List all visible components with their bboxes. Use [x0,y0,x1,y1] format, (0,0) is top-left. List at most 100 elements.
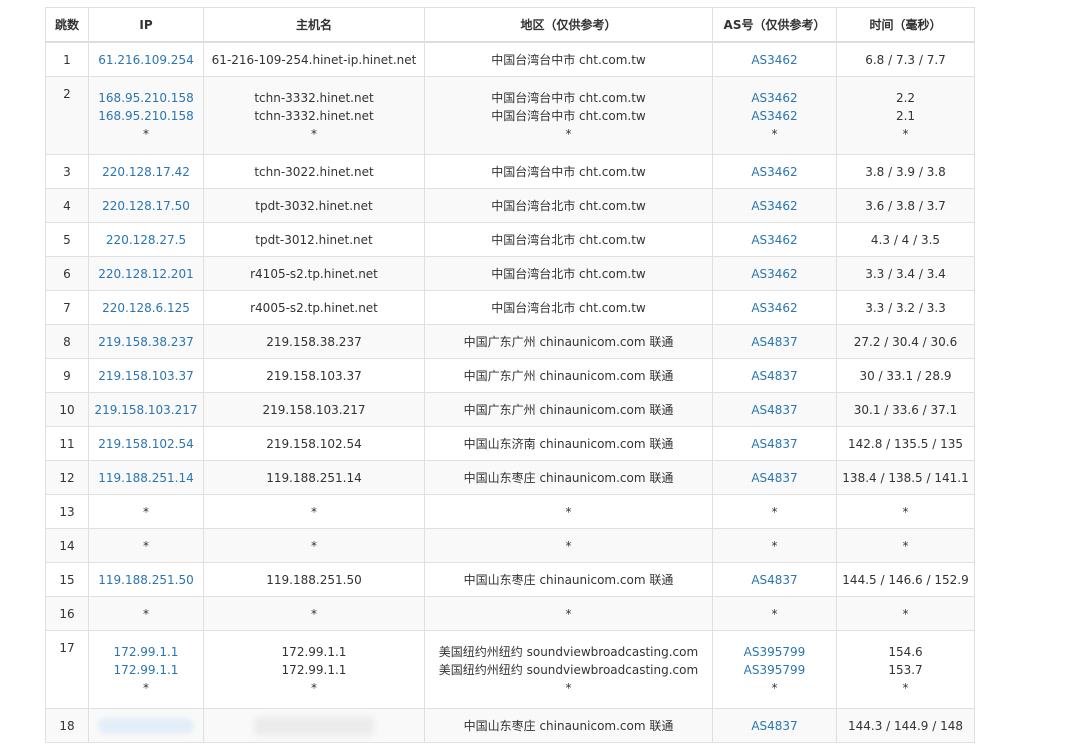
header-host: 主机名 [203,7,425,43]
region-value: * [565,538,572,553]
host-cell: 61-216-109-254.hinet-ip.hinet.net [203,41,425,77]
region-value: 中国台湾台北市 cht.com.tw [491,232,646,247]
region-cell: 中国台湾台北市 cht.com.tw [424,222,713,257]
ip-value-link[interactable]: 119.188.251.50 [91,571,201,589]
ip-value-link[interactable]: 219.158.103.217 [91,401,201,419]
table-row: 10 219.158.103.217 219.158.103.217 中国广东广州 c… [45,392,975,427]
region-value: 中国台湾台北市 cht.com.tw [491,266,646,281]
as-value-link[interactable]: AS395799 [715,661,834,679]
region-cell: 中国广东广州 chinaunicom.com 联通 [424,392,713,427]
ip-value-link[interactable]: 61.216.109.254 [91,51,201,69]
host-cell: 219.158.38.237 [203,324,425,359]
hop-cell: 18 [45,708,89,743]
as-value-link[interactable]: AS4837 [715,401,834,419]
as-cell: * [712,528,837,563]
ip-value-link[interactable]: 220.128.27.5 [91,231,201,249]
host-value: 219.158.103.37 [266,368,362,383]
host-cell: * [203,596,425,631]
region-value: 中国广东广州 chinaunicom.com 联通 [463,368,674,383]
host-cell: tpdt-3012.hinet.net [203,222,425,257]
hop-cell: 1 [45,41,89,77]
region-cell: 中国广东广州 chinaunicom.com 联通 [424,324,713,359]
ip-value-link[interactable]: 172.99.1.1 [91,643,201,661]
host-cell: r4005-s2.tp.hinet.net [203,290,425,325]
as-value-link[interactable]: AS3462 [715,89,834,107]
as-value-link[interactable]: AS4837 [715,333,834,351]
ip-value-link[interactable]: 220.128.6.125 [91,299,201,317]
ip-cell: 220.128.17.42 [88,154,204,189]
table-row: 18 中国山东枣庄 chinaunicom.com 联通 AS4837 144.3 /… [45,708,975,743]
as-cell: AS4837 [712,460,837,495]
time-value: 144.5 / 146.6 / 152.9 [842,572,969,587]
as-value-link[interactable]: AS4837 [715,435,834,453]
ip-value-link[interactable]: 220.128.12.201 [91,265,201,283]
as-value-link[interactable]: AS4837 [715,367,834,385]
hop-cell: 14 [45,528,89,563]
as-value-link[interactable]: AS3462 [715,51,834,69]
ip-cell: 119.188.251.14 [88,460,204,495]
table-row: 2 168.95.210.158 168.95.210.158 * tchn-3332.… [45,76,975,155]
header-as: AS号（仅供参考） [712,7,837,43]
host-value: tchn-3332.hinet.net [254,90,374,105]
time-cell: * [836,494,975,529]
hop-cell: 13 [45,494,89,529]
host-cell: 172.99.1.1 172.99.1.1 * [203,630,425,709]
region-value: 中国台湾台北市 cht.com.tw [491,300,646,315]
as-value-link[interactable]: AS4837 [715,469,834,487]
as-cell: AS4837 [712,708,837,743]
as-value-link[interactable]: AS3462 [715,265,834,283]
time-cell: * [836,528,975,563]
as-cell: AS4837 [712,358,837,393]
time-value: 27.2 / 30.4 / 30.6 [853,334,958,349]
ip-value-link[interactable]: 219.158.102.54 [91,435,201,453]
ip-value-link[interactable]: 219.158.103.37 [91,367,201,385]
time-value: 144.3 / 144.9 / 148 [848,718,963,733]
time-cell: 27.2 / 30.4 / 30.6 [836,324,975,359]
table-row: 1 61.216.109.254 61-216-109-254.hinet-ip.h… [45,41,975,77]
host-cell: r4105-s2.tp.hinet.net [203,256,425,291]
hop-cell: 10 [45,392,89,427]
ip-value-link[interactable]: 168.95.210.158 [91,89,201,107]
time-cell: 30 / 33.1 / 28.9 [836,358,975,393]
hop-cell: 6 [45,256,89,291]
host-cell: 219.158.103.37 [203,358,425,393]
ip-value-link[interactable]: 172.99.1.1 [91,661,201,679]
as-value-link[interactable]: AS3462 [715,231,834,249]
time-cell: 3.3 / 3.4 / 3.4 [836,256,975,291]
as-value-link[interactable]: AS395799 [715,643,834,661]
ip-value-link[interactable]: 220.128.17.42 [91,163,201,181]
time-cell: 142.8 / 135.5 / 135 [836,426,975,461]
header-hop: 跳数 [45,7,89,43]
table-row: 9 219.158.103.37 219.158.103.37 中国广东广州 chin… [45,358,975,393]
table-row: 5 220.128.27.5 tpdt-3012.hinet.net 中国台湾台北市 … [45,222,975,257]
time-value: 2.1 [895,108,916,123]
ip-value-link[interactable]: 168.95.210.158 [91,107,201,125]
ip-value-link[interactable]: 219.158.38.237 [91,333,201,351]
header-region: 地区（仅供参考） [424,7,713,43]
as-cell: AS3462 [712,154,837,189]
region-cell: * [424,528,713,563]
as-value-link[interactable]: AS3462 [715,299,834,317]
traceroute-table: 跳数 IP 主机名 地区（仅供参考） AS号（仅供参考） 时间（毫秒） 1 61.… [45,7,975,743]
table-row: 8 219.158.38.237 219.158.38.237 中国广东广州 chin… [45,324,975,359]
as-cell: AS4837 [712,562,837,597]
as-value-link[interactable]: AS4837 [715,571,834,589]
as-value-link[interactable]: AS4837 [715,717,834,735]
region-value: 中国广东广州 chinaunicom.com 联通 [463,402,674,417]
region-value: 中国台湾台中市 cht.com.tw [491,90,646,105]
table-row: 6 220.128.12.201 r4105-s2.tp.hinet.net 中国台湾… [45,256,975,291]
as-cell: * [712,494,837,529]
as-value-link[interactable]: AS3462 [715,197,834,215]
ip-cell: * [88,494,204,529]
ip-value: * [143,504,149,519]
ip-value-link[interactable]: 119.188.251.14 [91,469,201,487]
time-cell: 6.8 / 7.3 / 7.7 [836,41,975,77]
as-value-link[interactable]: AS3462 [715,163,834,181]
as-value-link[interactable]: AS3462 [715,107,834,125]
time-value: 6.8 / 7.3 / 7.7 [865,52,946,67]
as-value: * [771,504,778,519]
region-value: 中国台湾台北市 cht.com.tw [491,198,646,213]
region-value: 中国台湾台中市 cht.com.tw [491,52,646,67]
ip-value-link[interactable]: 220.128.17.50 [91,197,201,215]
host-value: tpdt-3032.hinet.net [255,198,373,213]
